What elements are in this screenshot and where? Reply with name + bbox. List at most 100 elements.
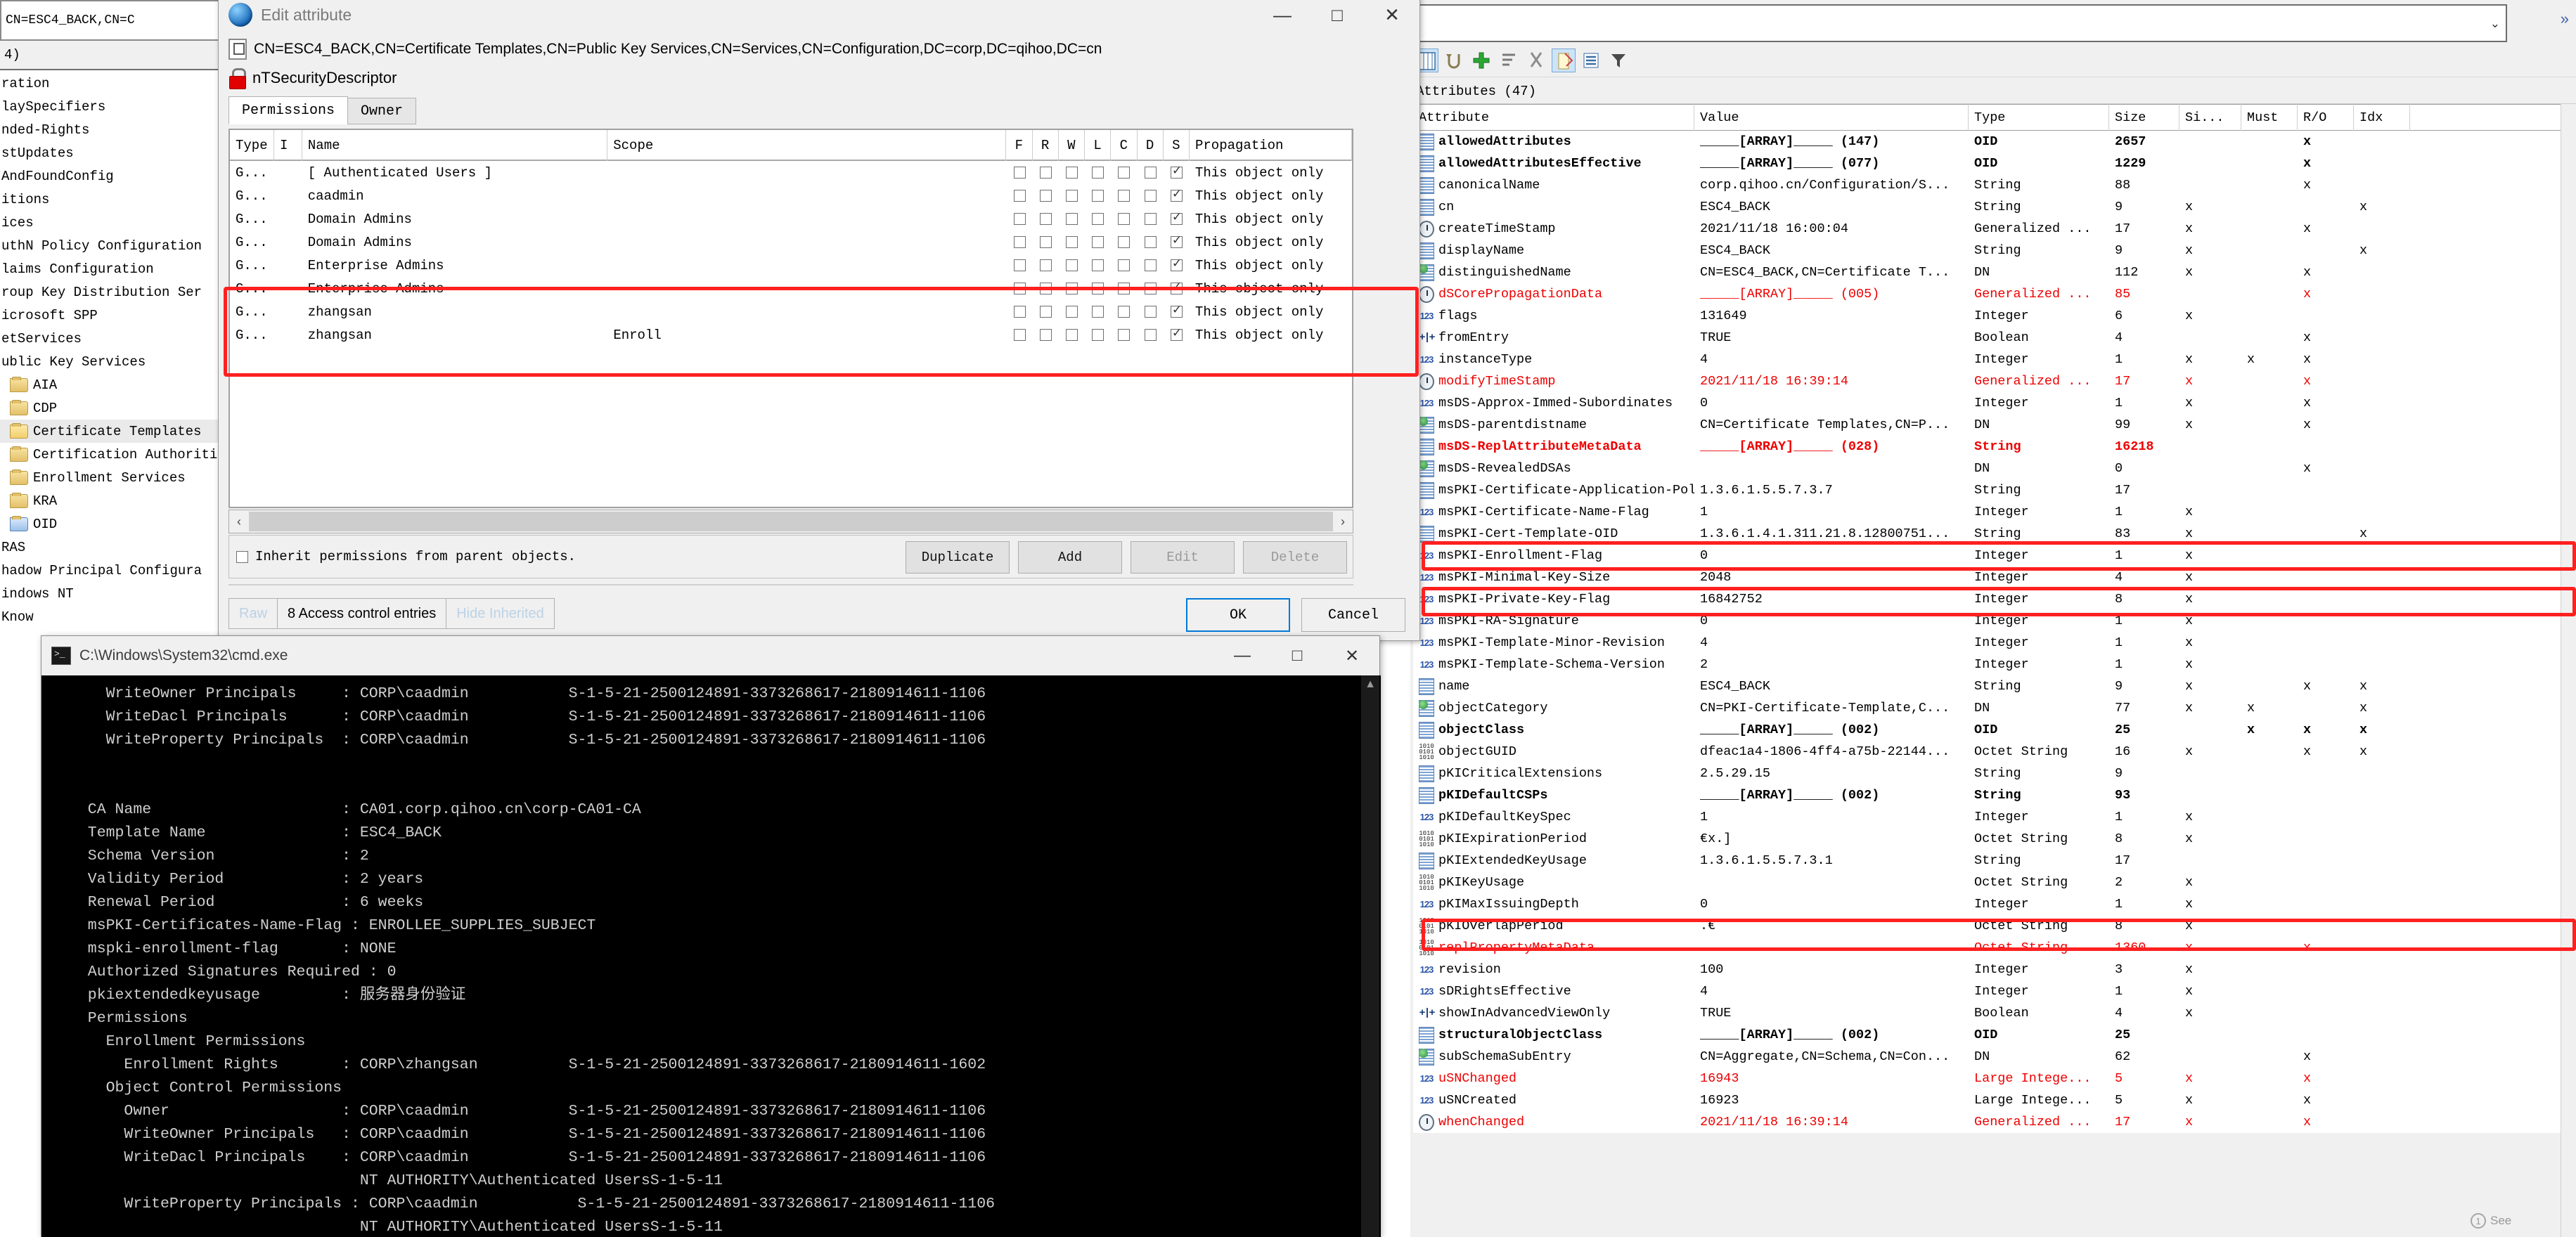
checkbox-r-icon[interactable] (1039, 190, 1052, 202)
permission-r-checkbox-cell[interactable] (1033, 207, 1059, 231)
permission-c-checkbox-cell[interactable] (1111, 231, 1137, 254)
attribute-row[interactable]: modifyTimeStamp 2021/11/18 16:39:14 Genera… (1413, 370, 2576, 392)
checkbox-r-icon[interactable] (1039, 283, 1052, 294)
permission-d-checkbox-cell[interactable] (1138, 254, 1164, 277)
permission-row[interactable]: G... Enterprise Admins This object only (230, 277, 1352, 300)
permission-r-checkbox-cell[interactable] (1033, 254, 1059, 277)
perm-col-propagation[interactable]: Propagation (1190, 130, 1352, 161)
permission-f-checkbox-cell[interactable] (1007, 300, 1033, 323)
tree-item[interactable]: KRA (0, 489, 232, 512)
dialog-titlebar[interactable]: Edit attribute — □ ✕ (219, 0, 1419, 34)
column-header-ro[interactable]: R/O (2298, 104, 2354, 131)
checkbox-l-icon[interactable] (1092, 329, 1105, 341)
add-attribute-icon[interactable] (1469, 48, 1493, 72)
attribute-row[interactable]: structuralObjectClass _____[ARRAY]_____ (… (1413, 1024, 2576, 1046)
attribute-row[interactable]: pKIOverlapPeriod .€ Octet String 8 x (1413, 915, 2576, 937)
permission-row[interactable]: G... zhangsan This object only (230, 300, 1352, 323)
add-button[interactable]: Add (1018, 541, 1122, 574)
permission-s-checkbox-cell[interactable] (1164, 231, 1190, 254)
attribute-row[interactable]: msPKI-Minimal-Key-Size 2048 Integer 4 x (1413, 566, 2576, 588)
checkbox-d-icon[interactable] (1144, 213, 1157, 225)
permission-f-checkbox-cell[interactable] (1007, 254, 1033, 277)
perm-col-name[interactable]: Name (302, 130, 608, 161)
permission-c-checkbox-cell[interactable] (1111, 161, 1137, 184)
permission-l-checkbox-cell[interactable] (1085, 323, 1111, 347)
checkbox-s-icon[interactable] (1170, 233, 1183, 248)
checkbox-w-icon[interactable] (1066, 190, 1078, 202)
scroll-thumb[interactable] (249, 512, 1333, 531)
perm-col-s[interactable]: S (1164, 130, 1190, 161)
checkbox-r-icon[interactable] (1039, 329, 1052, 341)
permission-f-checkbox-cell[interactable] (1007, 231, 1033, 254)
checkbox-w-icon[interactable] (1066, 329, 1078, 341)
dn-combobox[interactable]: ⌄ (1410, 4, 2507, 42)
attribute-row[interactable]: pKICriticalExtensions 2.5.29.15 String 9 (1413, 763, 2576, 784)
scroll-up-icon[interactable]: ▲ (1361, 675, 1379, 694)
permission-w-checkbox-cell[interactable] (1059, 277, 1085, 300)
column-header-attribute[interactable]: Attribute (1413, 104, 1694, 131)
permission-d-checkbox-cell[interactable] (1138, 300, 1164, 323)
checkbox-s-icon[interactable] (1170, 326, 1183, 341)
checkbox-c-icon[interactable] (1118, 329, 1131, 341)
perm-col-d[interactable]: D (1138, 130, 1164, 161)
attribute-row[interactable]: name ESC4_BACK String 9 x x x (1413, 675, 2576, 697)
raw-button[interactable]: Raw (228, 598, 278, 629)
checkbox-w-icon[interactable] (1066, 167, 1078, 179)
checkbox-f-icon[interactable] (1013, 167, 1026, 179)
perm-col-w[interactable]: W (1059, 130, 1085, 161)
tree-item[interactable]: roup Key Distribution Ser (0, 280, 232, 304)
scroll-left-icon[interactable]: ‹ (229, 514, 249, 529)
permission-w-checkbox-cell[interactable] (1059, 323, 1085, 347)
permission-d-checkbox-cell[interactable] (1138, 277, 1164, 300)
checkbox-l-icon[interactable] (1092, 167, 1105, 179)
checkbox-l-icon[interactable] (1092, 283, 1105, 294)
column-header-value[interactable]: Value (1694, 104, 1969, 131)
tree-item[interactable]: ublic Key Services (0, 350, 232, 373)
checkbox-d-icon[interactable] (1144, 283, 1157, 294)
permission-row[interactable]: G... caadmin This object only (230, 184, 1352, 207)
tree-item[interactable]: indows NT (0, 582, 232, 605)
perm-col-l[interactable]: L (1085, 130, 1112, 161)
column-header-type[interactable]: Type (1969, 104, 2109, 131)
attribute-row[interactable]: pKIDefaultKeySpec 1 Integer 1 x (1413, 806, 2576, 828)
attribute-row[interactable]: msPKI-Template-Minor-Revision 4 Integer 1 x (1413, 632, 2576, 654)
permission-w-checkbox-cell[interactable] (1059, 300, 1085, 323)
tree-path-box[interactable]: CN=ESC4_BACK,CN=C (0, 0, 232, 41)
permission-d-checkbox-cell[interactable] (1138, 231, 1164, 254)
checkbox-w-icon[interactable] (1066, 283, 1078, 294)
attribute-row[interactable]: replPropertyMetaData....................… (1413, 937, 2576, 959)
permission-r-checkbox-cell[interactable] (1033, 231, 1059, 254)
cut-icon[interactable] (1524, 48, 1548, 72)
checkbox-l-icon[interactable] (1092, 259, 1105, 271)
attribute-row[interactable]: pKIKeyUsage Octet String 2 x (1413, 872, 2576, 893)
attribute-row[interactable]: revision 100 Integer 3 x (1413, 959, 2576, 980)
edit-button[interactable]: Edit (1131, 541, 1235, 574)
attribute-row[interactable]: uSNCreated 16923 Large Intege... 5 x x (1413, 1089, 2576, 1111)
permission-s-checkbox-cell[interactable] (1164, 207, 1190, 231)
tree-item[interactable]: CDP (0, 396, 232, 420)
tree-item[interactable]: AndFoundConfig (0, 164, 232, 188)
checkbox-d-icon[interactable] (1144, 167, 1157, 179)
tree-item[interactable]: nded-Rights (0, 118, 232, 141)
cancel-button[interactable]: Cancel (1301, 598, 1405, 632)
attribute-row[interactable]: pKIMaxIssuingDepth 0 Integer 1 x (1413, 893, 2576, 915)
checkbox-c-icon[interactable] (1118, 236, 1131, 248)
checkbox-d-icon[interactable] (1144, 190, 1157, 202)
permission-c-checkbox-cell[interactable] (1111, 254, 1137, 277)
permission-w-checkbox-cell[interactable] (1059, 254, 1085, 277)
attribute-row[interactable]: fromEntry TRUE Boolean 4 x (1413, 327, 2576, 349)
attributes-vertical-scrollbar[interactable] (2561, 104, 2576, 1237)
scroll-right-icon[interactable]: › (1333, 514, 1353, 529)
attribute-row[interactable]: pKIExtendedKeyUsage 1.3.6.1.5.5.7.3.1 Stri… (1413, 850, 2576, 872)
permission-r-checkbox-cell[interactable] (1033, 184, 1059, 207)
attribute-row[interactable]: msDS-Approx-Immed-Subordinates 0 Integer 1 x… (1413, 392, 2576, 414)
sort-icon[interactable] (1497, 48, 1521, 72)
permission-f-checkbox-cell[interactable] (1007, 277, 1033, 300)
permission-s-checkbox-cell[interactable] (1164, 254, 1190, 277)
permission-row[interactable]: G... Enterprise Admins This object only (230, 254, 1352, 277)
tree-item[interactable]: ices (0, 211, 232, 234)
attribute-row[interactable]: whenChanged 2021/11/18 16:39:14 Generalize… (1413, 1111, 2576, 1133)
permission-s-checkbox-cell[interactable] (1164, 161, 1190, 184)
attribute-row[interactable]: msPKI-RA-Signature 0 Integer 1 x (1413, 610, 2576, 632)
tree-item[interactable]: stUpdates (0, 141, 232, 164)
